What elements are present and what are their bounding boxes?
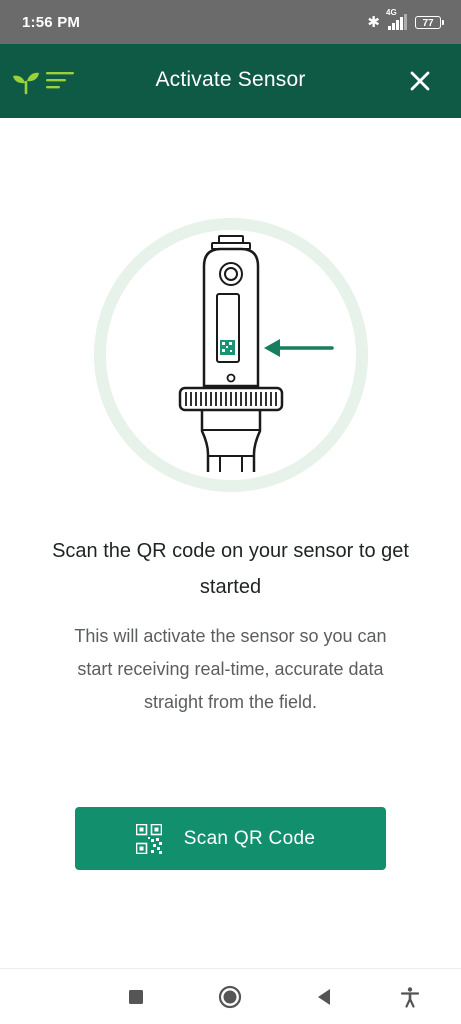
system-nav-bar	[0, 968, 461, 1024]
network-type: 4G	[386, 8, 397, 17]
bluetooth-icon: ✱	[367, 14, 380, 31]
close-icon[interactable]	[409, 70, 431, 92]
sensor-qr-illustration	[92, 216, 370, 494]
instruction-headline: Scan the QR code on your sensor to get s…	[52, 540, 409, 598]
app-header: Activate Sensor	[0, 44, 461, 118]
back-icon[interactable]	[312, 985, 336, 1009]
recent-apps-icon[interactable]	[124, 985, 148, 1009]
accessibility-icon[interactable]	[398, 985, 422, 1009]
home-icon[interactable]	[218, 985, 242, 1009]
status-time: 1:56 PM	[22, 13, 81, 31]
scan-qr-button-label: Scan QR Code	[183, 827, 316, 849]
instruction-description: This will activate the sensor so you can…	[74, 626, 387, 712]
battery-icon: 77	[415, 15, 444, 29]
battery-level: 77	[422, 17, 434, 29]
qr-code-icon	[135, 823, 163, 854]
page-title: Activate Sensor	[155, 68, 306, 91]
scan-qr-button[interactable]: Scan QR Code	[75, 807, 386, 870]
status-bar: 1:56 PM ✱ 4G 77	[0, 0, 461, 44]
status-icons: ✱ 4G 77	[367, 8, 444, 31]
signal-icon: 4G	[386, 8, 407, 30]
